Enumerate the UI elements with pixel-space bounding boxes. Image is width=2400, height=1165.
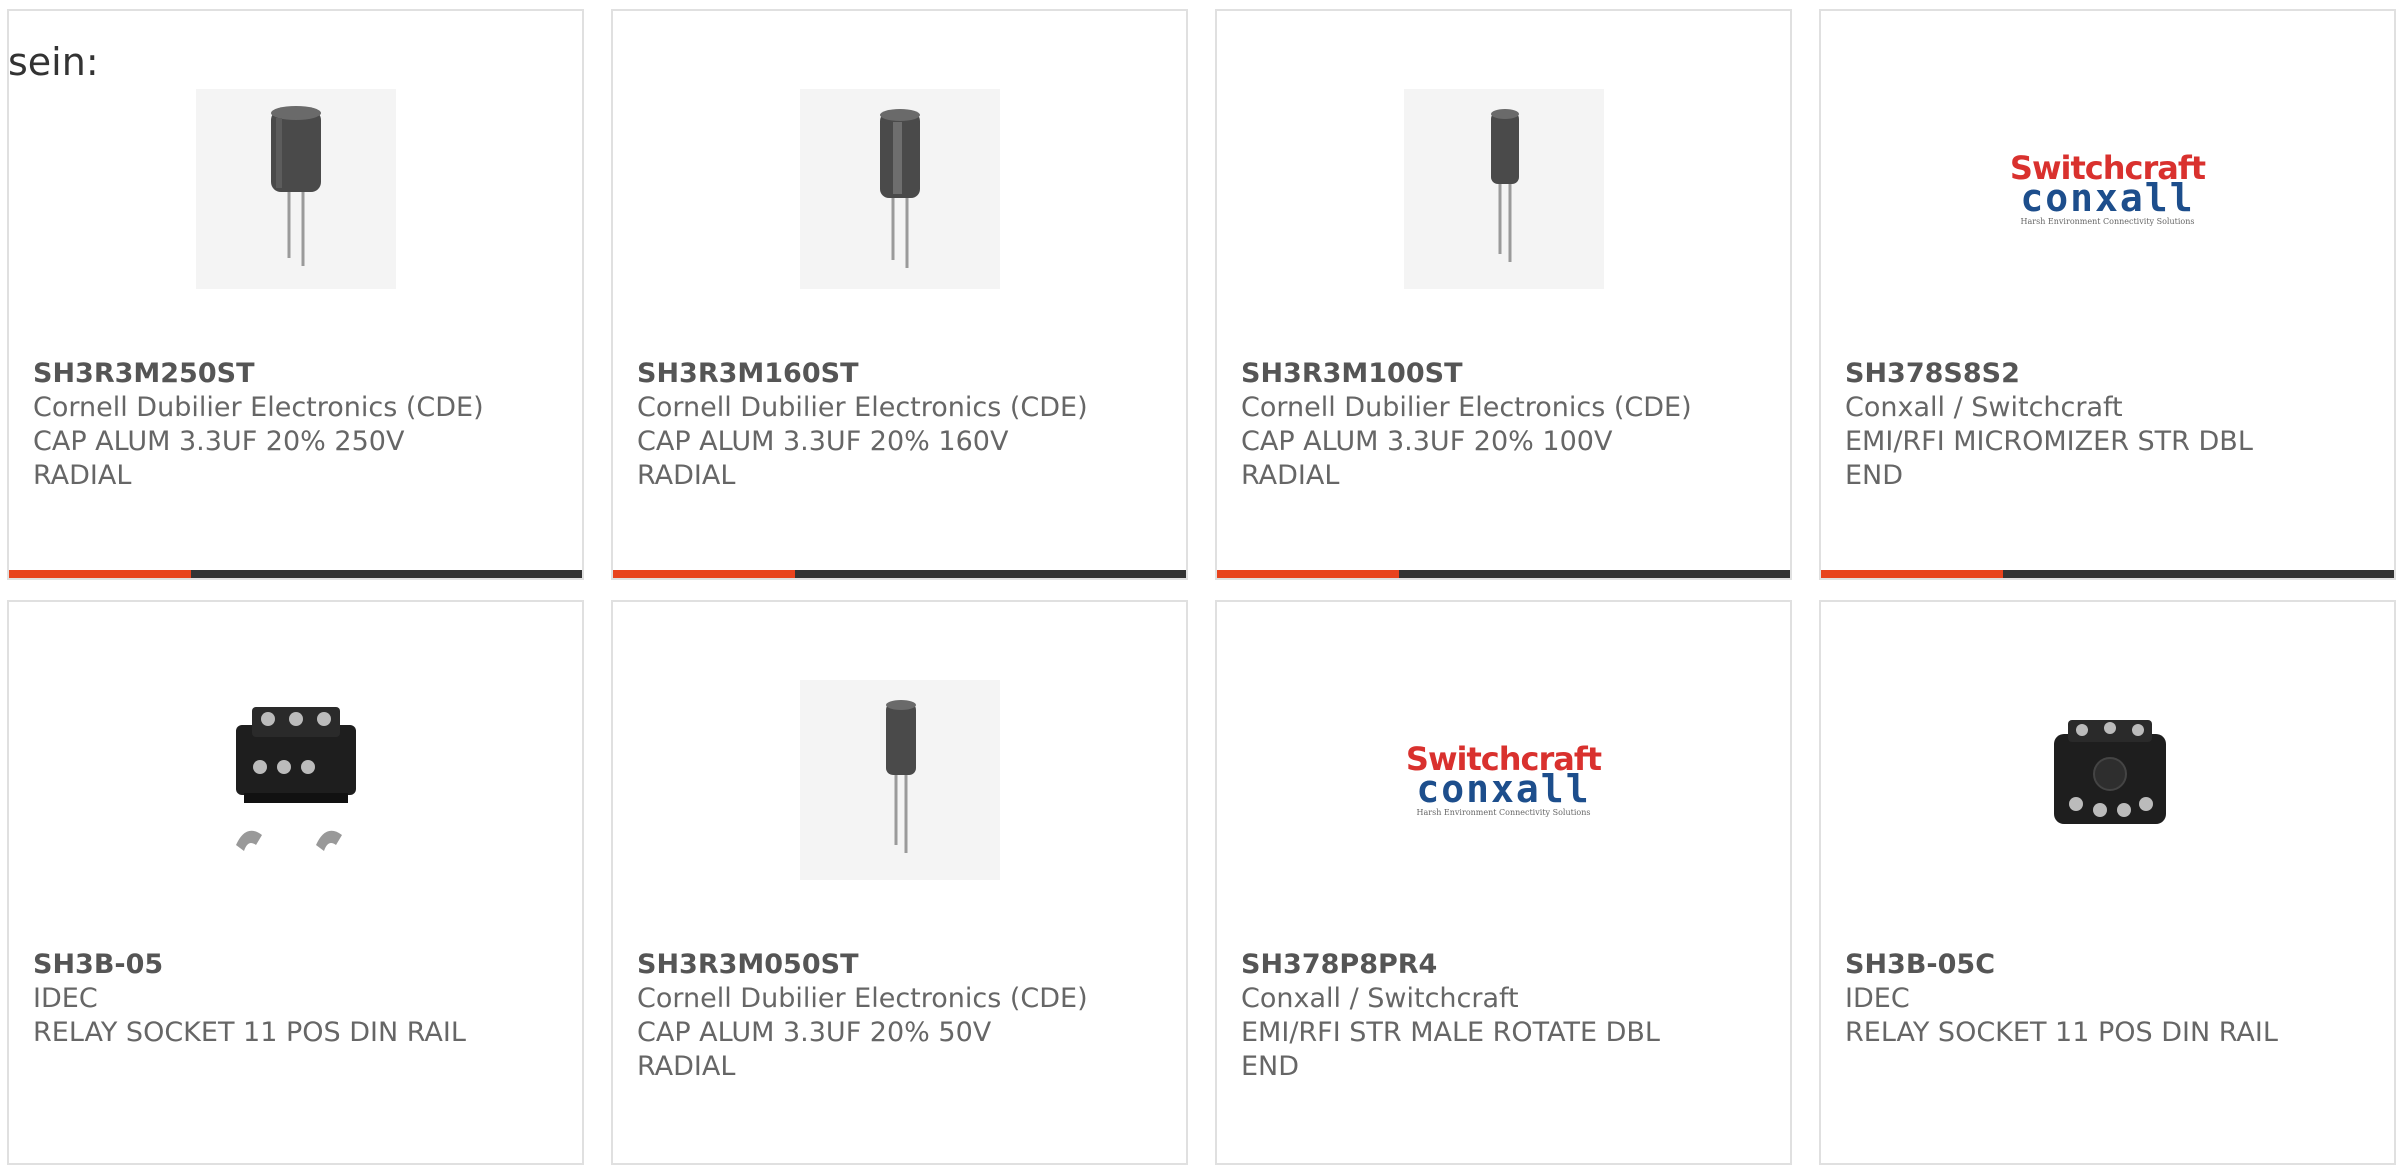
logo-bottom-text: conxall: [1416, 766, 1591, 811]
card-progress-bar: [1217, 570, 1790, 578]
part-number[interactable]: SH3R3M160ST: [637, 357, 1088, 391]
relay-socket-icon: [195, 680, 396, 880]
description: EMI/RFI STR MALE ROTATE DBL END: [1241, 1017, 1660, 1082]
description: RELAY SOCKET 11 POS DIN RAIL: [33, 1017, 466, 1048]
part-number[interactable]: SH378P8PR4: [1241, 948, 1681, 982]
description: RELAY SOCKET 11 POS DIN RAIL: [1845, 1017, 2278, 1048]
capacitor-icon: [195, 89, 396, 289]
product-card[interactable]: SH3R3M100ST Cornell Dubilier Electronics…: [1215, 9, 1792, 580]
manufacturer: Cornell Dubilier Electronics (CDE): [637, 983, 1088, 1014]
product-card[interactable]: SH3B-05 IDEC RELAY SOCKET 11 POS DIN RAI…: [7, 600, 584, 1165]
relay-socket-icon: [2007, 680, 2208, 880]
capacitor-icon: [799, 89, 1000, 289]
description: EMI/RFI MICROMIZER STR DBL END: [1845, 426, 2253, 491]
product-card[interactable]: Switchcraft conxall Harsh Environment Co…: [1819, 9, 2396, 580]
manufacturer: Conxall / Switchcraft: [1845, 392, 2123, 423]
description: CAP ALUM 3.3UF 20% 250V RADIAL: [33, 426, 405, 491]
manufacturer: Cornell Dubilier Electronics (CDE): [637, 392, 1088, 423]
manufacturer: Cornell Dubilier Electronics (CDE): [33, 392, 484, 423]
card-accent: [9, 570, 191, 578]
card-accent: [613, 570, 795, 578]
logo-tagline: Harsh Environment Connectivity Solutions: [1416, 807, 1591, 817]
part-number[interactable]: SH3B-05C: [1845, 948, 2285, 982]
part-number[interactable]: SH3B-05: [33, 948, 473, 982]
intro-text: sein:: [8, 40, 99, 84]
card-accent: [1217, 570, 1399, 578]
part-number[interactable]: SH3R3M050ST: [637, 948, 1088, 982]
product-card[interactable]: SH3R3M250ST Cornell Dubilier Electronics…: [7, 9, 584, 580]
description: CAP ALUM 3.3UF 20% 100V RADIAL: [1241, 426, 1613, 491]
card-progress-bar: [613, 570, 1186, 578]
product-card[interactable]: Switchcraft conxall Harsh Environment Co…: [1215, 600, 1792, 1165]
description: CAP ALUM 3.3UF 20% 160V RADIAL: [637, 426, 1009, 491]
capacitor-icon: [799, 680, 1000, 880]
product-grid: SH3R3M250ST Cornell Dubilier Electronics…: [0, 0, 2400, 1165]
card-progress-bar: [1821, 570, 2394, 578]
logo-tagline: Harsh Environment Connectivity Solutions: [2020, 216, 2195, 226]
logo-bottom-text: conxall: [2020, 175, 2195, 220]
manufacturer: IDEC: [33, 983, 98, 1014]
description: CAP ALUM 3.3UF 20% 50V RADIAL: [637, 1017, 992, 1082]
part-number[interactable]: SH378S8S2: [1845, 357, 2285, 391]
manufacturer: Cornell Dubilier Electronics (CDE): [1241, 392, 1692, 423]
switchcraft-conxall-logo: Switchcraft conxall Harsh Environment Co…: [1403, 680, 1604, 880]
card-accent: [1821, 570, 2003, 578]
manufacturer: IDEC: [1845, 983, 1910, 1014]
switchcraft-conxall-logo: Switchcraft conxall Harsh Environment Co…: [2007, 89, 2208, 289]
product-card[interactable]: SH3R3M050ST Cornell Dubilier Electronics…: [611, 600, 1188, 1165]
product-card[interactable]: SH3B-05C IDEC RELAY SOCKET 11 POS DIN RA…: [1819, 600, 2396, 1165]
capacitor-icon: [1403, 89, 1604, 289]
product-card[interactable]: SH3R3M160ST Cornell Dubilier Electronics…: [611, 9, 1188, 580]
part-number[interactable]: SH3R3M100ST: [1241, 357, 1692, 391]
manufacturer: Conxall / Switchcraft: [1241, 983, 1519, 1014]
card-progress-bar: [9, 570, 582, 578]
part-number[interactable]: SH3R3M250ST: [33, 357, 484, 391]
